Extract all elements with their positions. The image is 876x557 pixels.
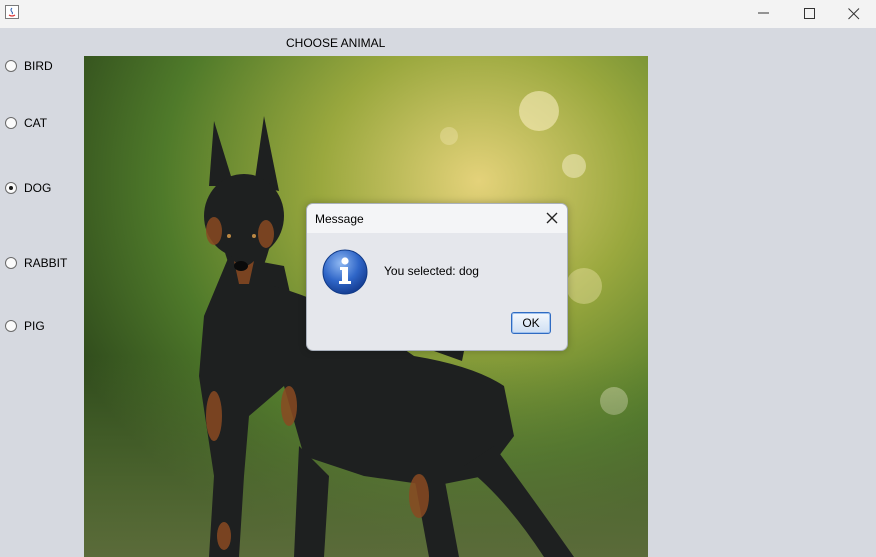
radio-label: DOG: [24, 181, 52, 195]
close-icon[interactable]: [545, 211, 559, 225]
radio-label: RABBIT: [24, 256, 68, 270]
info-icon: [322, 249, 368, 295]
radio-rabbit[interactable]: RABBIT: [5, 255, 67, 271]
radio-label: CAT: [24, 116, 48, 130]
radio-pig[interactable]: PIG: [5, 318, 45, 334]
radio-cat[interactable]: CAT: [5, 115, 47, 131]
maximize-button[interactable]: [787, 0, 833, 28]
radio-button[interactable]: [5, 182, 17, 194]
radio-button[interactable]: [5, 257, 17, 269]
close-icon: [848, 8, 860, 20]
page-title: CHOOSE ANIMAL: [286, 36, 386, 50]
java-app-icon: [5, 5, 19, 19]
radio-label: BIRD: [24, 59, 53, 73]
close-button[interactable]: [831, 0, 876, 28]
radio-button[interactable]: [5, 60, 17, 72]
ok-button[interactable]: OK: [511, 312, 551, 334]
radio-button[interactable]: [5, 117, 17, 129]
maximize-icon: [804, 8, 815, 19]
window-titlebar: [0, 0, 876, 28]
dialog-titlebar: Message: [307, 204, 567, 233]
radio-bird[interactable]: BIRD: [5, 58, 53, 74]
message-dialog: Message You selected: dog OK: [306, 203, 568, 351]
radio-label: PIG: [24, 319, 45, 333]
minimize-button[interactable]: [741, 0, 787, 28]
dialog-title: Message: [315, 212, 364, 226]
minimize-icon: [758, 12, 769, 14]
radio-button[interactable]: [5, 320, 17, 332]
radio-dog[interactable]: DOG: [5, 180, 51, 196]
dialog-message: You selected: dog: [384, 264, 479, 278]
